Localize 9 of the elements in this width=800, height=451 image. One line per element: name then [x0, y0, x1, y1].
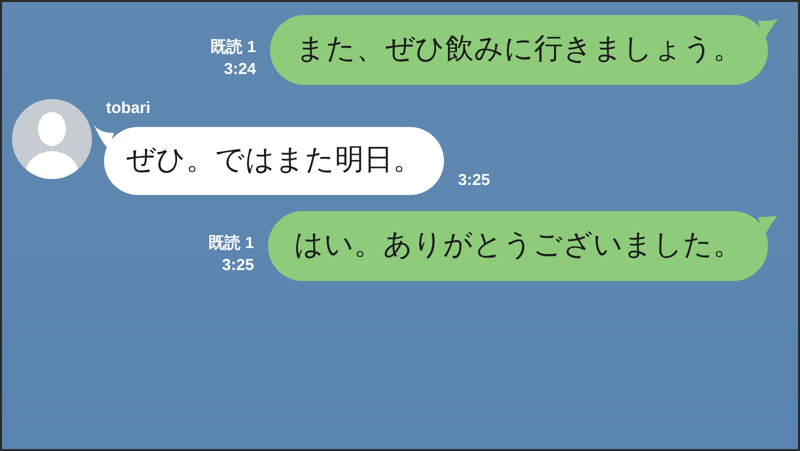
- sender-name: tobari: [106, 99, 152, 119]
- message-time: 3:25: [222, 256, 254, 276]
- message-text: また、ぜひ飲みに行きましょう。: [296, 32, 742, 68]
- message-time: 3:24: [224, 60, 256, 80]
- message-text: はい。ありがとうございました。: [294, 228, 742, 264]
- message-time: 3:25: [458, 171, 490, 191]
- read-receipt: 既読 1: [208, 233, 254, 254]
- read-receipt: 既読 1: [210, 37, 256, 58]
- message-text: ぜひ。ではまた明日。: [126, 143, 422, 178]
